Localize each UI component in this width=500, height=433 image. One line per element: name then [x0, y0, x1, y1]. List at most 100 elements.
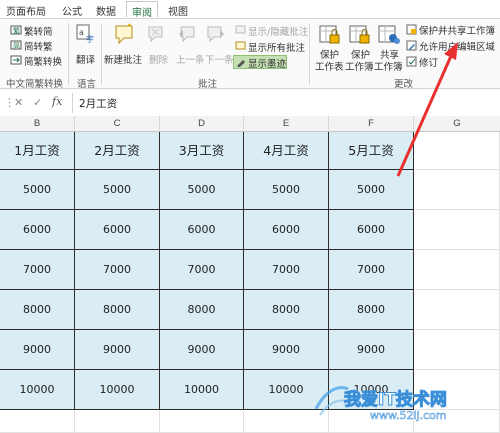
simplified-to-traditional-button[interactable]: 简转繁 [24, 39, 53, 53]
table-cell[interactable]: 5000 [244, 170, 329, 210]
table-cell[interactable]: 9000 [0, 330, 75, 370]
table-cell[interactable]: 5000 [329, 170, 414, 210]
tab-formulas[interactable]: 公式 [62, 3, 82, 18]
table-cell[interactable]: 9000 [244, 330, 329, 370]
table-cell[interactable]: 8000 [0, 290, 75, 330]
table-cell[interactable]: 6000 [0, 210, 75, 250]
previous-comment-icon [177, 25, 197, 48]
table-cell[interactable]: 6000 [75, 210, 160, 250]
column-header-e[interactable]: E [244, 116, 329, 132]
delete-comment-icon [147, 25, 165, 48]
group-separator [309, 23, 310, 85]
empty-cell[interactable] [414, 210, 500, 250]
show-all-comments-icon [235, 41, 246, 55]
empty-cell[interactable] [75, 410, 160, 433]
table-cell[interactable]: 6000 [160, 210, 244, 250]
table-cell[interactable]: 10000 [160, 370, 244, 410]
ribbon-tab-bar: 页面布局 公式 数据 审阅 视图 [0, 0, 500, 19]
table-cell[interactable]: 9000 [160, 330, 244, 370]
next-comment-icon [206, 25, 226, 48]
next-comment-button[interactable]: 下一条 [205, 52, 234, 66]
watermark-title: 我爱IT技术网 [344, 390, 448, 411]
conversion-button[interactable]: 简繁转换 [24, 54, 62, 68]
watermark-url: www.52ij.com [370, 409, 447, 423]
show-ink-button[interactable]: 显示墨迹 [233, 55, 287, 70]
delete-comment-button[interactable]: 删除 [149, 52, 168, 66]
protect-and-share-button[interactable]: 保护并共享工作簿 [419, 23, 495, 37]
svg-text:繁: 繁 [13, 26, 20, 35]
protect-workbook-label-2[interactable]: 工作簿 [345, 59, 374, 73]
table-cell[interactable]: 7000 [160, 250, 244, 290]
tab-page-layout[interactable]: 页面布局 [6, 3, 46, 18]
simplified-to-traditional-icon: 简 [10, 39, 22, 54]
allow-edit-ranges-button[interactable]: 允许用户编辑区域 [419, 39, 495, 53]
table-header-cell[interactable]: 3月工资 [160, 132, 244, 170]
table-cell[interactable]: 6000 [329, 210, 414, 250]
empty-cell[interactable] [160, 410, 244, 433]
show-all-comments-button[interactable]: 显示所有批注 [248, 40, 305, 54]
table-header-cell[interactable]: 4月工资 [244, 132, 329, 170]
cancel-icon[interactable]: ✕ [14, 96, 23, 109]
ribbon-review: 繁 繁转简 简 简转繁 简繁转换 中文简繁转换 a字 翻译 语言 新建批注 删除… [0, 18, 500, 90]
column-header-d[interactable]: D [160, 116, 244, 132]
table-cell[interactable]: 7000 [329, 250, 414, 290]
formula-input[interactable]: 2月工资 [72, 93, 500, 113]
group-label-changes: 更改 [394, 79, 414, 90]
share-workbook-label-2[interactable]: 工作簿 [374, 59, 403, 73]
column-header-g[interactable]: G [414, 116, 500, 132]
table-header-cell[interactable]: 1月工资 [0, 132, 75, 170]
tab-data[interactable]: 数据 [96, 3, 116, 18]
translate-button[interactable]: 翻译 [76, 52, 95, 66]
table-cell[interactable]: 7000 [0, 250, 75, 290]
table-cell[interactable]: 5000 [75, 170, 160, 210]
previous-comment-button[interactable]: 上一条 [176, 52, 205, 66]
track-changes-button[interactable]: 修订 [419, 55, 438, 69]
table-cell[interactable]: 8000 [329, 290, 414, 330]
svg-text:简: 简 [13, 41, 20, 50]
tab-view[interactable]: 视图 [168, 3, 188, 18]
show-ink-label: 显示墨迹 [248, 59, 287, 70]
conversion-icon [10, 54, 22, 69]
svg-text:字: 字 [86, 34, 94, 44]
track-changes-icon [406, 56, 417, 70]
protect-sheet-icon [318, 23, 342, 50]
group-label-language: 语言 [77, 79, 97, 90]
table-cell[interactable]: 7000 [244, 250, 329, 290]
insert-function-icon[interactable]: fx [52, 95, 62, 108]
table-cell[interactable]: 5000 [0, 170, 75, 210]
table-cell[interactable]: 9000 [329, 330, 414, 370]
column-header-f[interactable]: F [329, 116, 414, 132]
column-header-b[interactable]: B [0, 116, 75, 132]
empty-cell[interactable] [414, 170, 500, 210]
empty-cell[interactable] [0, 410, 75, 433]
table-cell[interactable]: 6000 [244, 210, 329, 250]
enter-icon[interactable]: ✓ [33, 96, 42, 109]
group-label-comments: 批注 [198, 79, 218, 90]
table-cell[interactable]: 8000 [75, 290, 160, 330]
table-cell[interactable]: 10000 [75, 370, 160, 410]
table-cell[interactable]: 8000 [244, 290, 329, 330]
group-label-chinese-conversion: 中文简繁转换 [6, 79, 64, 90]
table-cell[interactable]: 10000 [0, 370, 75, 410]
show-hide-comment-icon [235, 25, 246, 39]
empty-cell[interactable] [414, 290, 500, 330]
table-header-cell[interactable]: 5月工资 [329, 132, 414, 170]
svg-text:a: a [79, 28, 84, 37]
table-header-cell[interactable]: 2月工资 [75, 132, 160, 170]
table-cell[interactable]: 9000 [75, 330, 160, 370]
ink-pen-icon [236, 57, 246, 70]
tab-review[interactable]: 审阅 [126, 1, 158, 19]
table-cell[interactable]: 8000 [160, 290, 244, 330]
empty-cell[interactable] [414, 330, 500, 370]
protect-sheet-label-2[interactable]: 工作表 [315, 59, 344, 73]
column-header-c[interactable]: C [75, 116, 160, 132]
table-cell[interactable]: 7000 [75, 250, 160, 290]
traditional-to-simplified-button[interactable]: 繁转简 [24, 24, 53, 38]
empty-cell[interactable] [414, 132, 500, 170]
empty-cell[interactable] [414, 250, 500, 290]
show-hide-comment-button[interactable]: 显示/隐藏批注 [248, 24, 308, 38]
new-comment-button[interactable]: 新建批注 [104, 52, 142, 66]
formula-bar: ⋮ ✕ ✓ fx 2月工资 [0, 93, 500, 113]
table-cell[interactable]: 5000 [160, 170, 244, 210]
share-workbook-icon [377, 23, 401, 50]
